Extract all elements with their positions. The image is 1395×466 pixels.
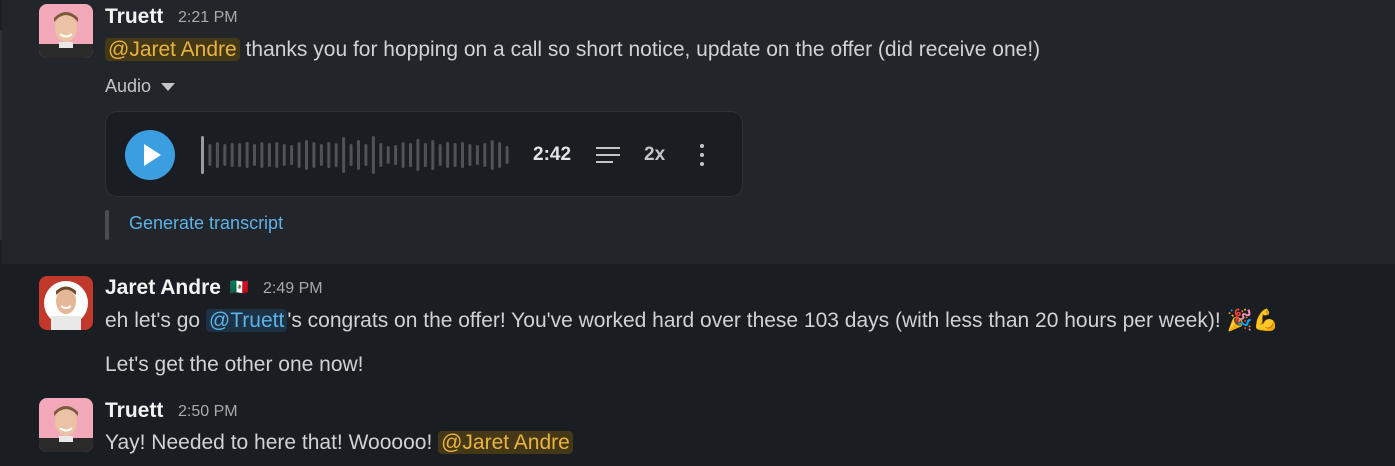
- waveform-bar: [305, 140, 308, 170]
- author-name[interactable]: Truett: [105, 5, 163, 29]
- message-truett-2: Truett 2:50 PM Yay! Needed to here that!…: [0, 394, 1395, 466]
- waveform-bar: [483, 143, 487, 167]
- timestamp[interactable]: 2:21 PM: [178, 9, 238, 27]
- waveform-bar: [453, 143, 457, 167]
- waveform-bar: [349, 144, 353, 166]
- waveform-bar: [342, 137, 346, 173]
- waveform-bar: [319, 144, 323, 166]
- audio-waveform[interactable]: [200, 132, 512, 178]
- waveform-bar: [364, 144, 368, 166]
- avatar[interactable]: [39, 276, 93, 330]
- transcript-bar: [105, 210, 109, 240]
- waveform-bar: [275, 142, 279, 168]
- waveform-bar: [334, 143, 338, 167]
- playback-speed-button[interactable]: 2x: [644, 144, 665, 166]
- message-text: @Jaret Andre thanks you for hopping on a…: [105, 38, 1040, 62]
- waveform-bar: [357, 140, 360, 170]
- waveform-bar: [386, 146, 390, 164]
- waveform-bar: [371, 136, 375, 174]
- waveform-bar: [253, 144, 256, 166]
- message-text-line2: Let's get the other one now!: [105, 353, 364, 376]
- waveform-bar: [431, 140, 435, 170]
- waveform-bar: [379, 143, 383, 167]
- thread-line: [0, 0, 2, 264]
- waveform-bar: [290, 145, 294, 165]
- waveform-bar: [438, 144, 442, 166]
- audio-label: Audio: [105, 76, 152, 96]
- waveform-bar: [394, 145, 398, 165]
- audio-player: 2:42 2x: [105, 111, 743, 197]
- avatar[interactable]: [39, 4, 93, 58]
- play-icon[interactable]: [125, 130, 175, 180]
- waveform-bar: [327, 142, 331, 168]
- audio-toggle[interactable]: Audio: [105, 76, 176, 97]
- waveform-bar: [475, 145, 479, 165]
- mention[interactable]: @Jaret Andre: [105, 38, 240, 61]
- waveform-bar: [245, 142, 249, 168]
- author-name[interactable]: Truett: [105, 399, 163, 423]
- waveform-bar: [208, 144, 212, 166]
- author-name[interactable]: Jaret Andre: [105, 276, 221, 300]
- waveform-bar: [230, 143, 234, 167]
- transcript-lines-icon[interactable]: [596, 147, 620, 165]
- flag-emoji: 🇲🇽: [230, 279, 249, 296]
- waveform-bar: [215, 142, 219, 168]
- waveform-bar: [423, 143, 427, 167]
- mention[interactable]: @Jaret Andre: [438, 431, 573, 454]
- waveform-bar: [416, 139, 420, 171]
- waveform-bar: [468, 144, 472, 166]
- message-text: Yay! Needed to here that! Wooooo! @Jaret…: [105, 431, 573, 455]
- waveform-bar: [490, 140, 494, 170]
- waveform-bar: [223, 144, 227, 166]
- waveform-bar: [260, 142, 264, 168]
- audio-duration: 2:42: [533, 144, 572, 165]
- waveform-bar: [498, 142, 502, 168]
- more-vertical-icon[interactable]: [698, 144, 706, 166]
- caret-down-icon: [161, 82, 176, 91]
- waveform-bar: [312, 142, 316, 168]
- message-text: eh let's go @Truett's congrats on the of…: [105, 309, 1279, 332]
- timestamp[interactable]: 2:49 PM: [263, 280, 323, 298]
- waveform-bar: [409, 143, 412, 167]
- mention[interactable]: @Truett: [205, 309, 288, 332]
- waveform-bar: [201, 136, 204, 174]
- waveform-bar: [446, 142, 450, 168]
- generate-transcript-link[interactable]: Generate transcript: [129, 213, 283, 234]
- waveform-bar: [505, 146, 509, 164]
- message-jaret: Jaret Andre 🇲🇽 2:49 PM eh let's go @True…: [0, 264, 1395, 394]
- waveform-bar: [401, 142, 405, 168]
- waveform-bar: [297, 142, 301, 168]
- message-truett-1: Truett 2:21 PM @Jaret Andre thanks you f…: [0, 0, 1395, 264]
- timestamp[interactable]: 2:50 PM: [178, 403, 238, 421]
- waveform-bar: [267, 143, 271, 167]
- waveform-bar: [461, 142, 464, 168]
- waveform-bar: [238, 143, 242, 167]
- avatar[interactable]: [39, 398, 93, 452]
- waveform-bar: [282, 144, 286, 166]
